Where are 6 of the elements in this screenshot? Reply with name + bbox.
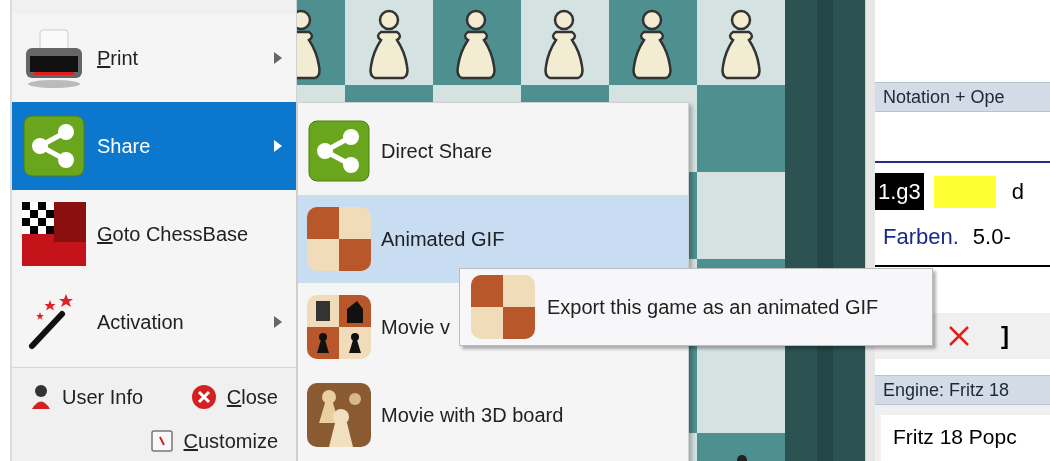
panel-title: Notation + Ope <box>883 85 1005 109</box>
engine-name: Fritz 18 Popc <box>893 425 1017 448</box>
comment-text: Farben. <box>883 223 959 251</box>
tooltip-text: Export this game as an animated GIF <box>547 295 879 320</box>
panel-title: Engine: Fritz 18 <box>883 378 1010 402</box>
score-text: 5.0- <box>972 223 1011 251</box>
